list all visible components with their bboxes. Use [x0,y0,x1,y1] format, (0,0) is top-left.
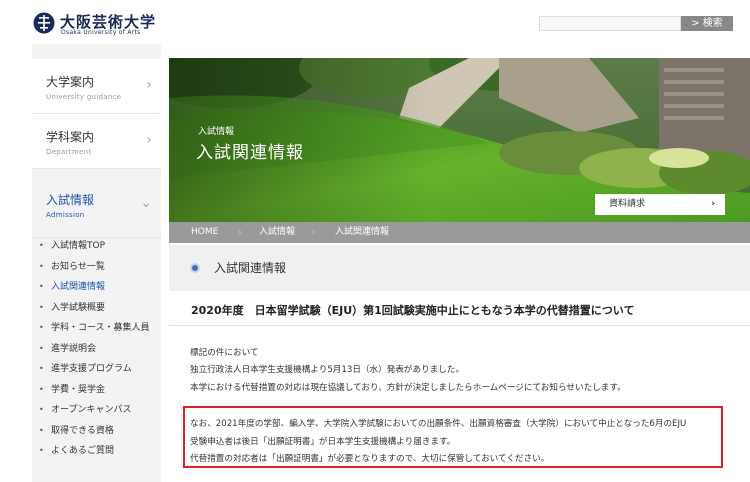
sub-item-news[interactable]: • お知らせ一覧 [32,257,161,277]
sub-item-label: 進学支援プログラム [51,364,132,374]
bullet-icon: • [39,425,44,435]
article-title: 2020年度 日本留学試験（EJU）第1回試験実施中止にともなう本学の代替措置に… [191,304,635,317]
sub-item-label: 取得できる資格 [51,425,114,436]
chevron-down-icon: ⌄ [140,195,152,211]
bullet-icon: • [39,364,44,373]
sub-item-courses-quota[interactable]: • 学科・コース・募集人員 [32,318,161,338]
sidebar: 大学案内 University guidance › 学科案内 Departme… [32,44,161,482]
sub-item-qualifications[interactable]: • 取得できる資格 [32,421,161,441]
sidebar-main-nav: 大学案内 University guidance › 学科案内 Departme… [32,59,161,238]
breadcrumb-home[interactable]: HOME [191,222,218,243]
sidebar-item-label: 大学案内 [46,75,95,89]
paragraph-line: 代替措置の対応者は「出願証明書」が必要となりますので、大切に保管しておいてくださ… [190,454,550,464]
bullet-icon: • [39,384,44,394]
bullet-icon: • [39,241,44,250]
bullet-icon: • [39,446,44,455]
sub-item-admission-top[interactable]: • 入試情報TOP [32,236,161,256]
chevron-right-icon: › [237,225,243,240]
sub-item-label: 進学説明会 [51,343,97,354]
paragraph-line: 独立行政法人日本学生支援機構より5月13日（水）発表がありました。 [190,365,465,375]
sidebar-item-label: 学科案内 [46,130,95,144]
breadcrumb: HOME › 入試情報 › 入試関連情報 [169,222,750,243]
chevron-right-icon: › [311,225,317,240]
sidebar-item-admission[interactable]: 入試情報 Admission ⌄ [32,169,161,238]
chevron-right-icon: › [146,132,152,148]
hero-banner: 入試情報 入試関連情報 資料請求 › [169,58,750,222]
breadcrumb-current: 入試関連情報 [335,227,390,237]
sub-item-label: お知らせ一覧 [51,261,105,272]
arrow-right-icon: › [711,199,715,209]
sidebar-item-university-guidance[interactable]: 大学案内 University guidance › [32,59,161,114]
sidebar-item-sublabel: University guidance [46,93,122,101]
sub-item-faq[interactable]: • よくあるご質問 [32,441,161,461]
paragraph-line: なお、2021年度の学部、編入学、大学院入学試験においての出願条件、出願資格審査… [190,419,687,429]
search-input[interactable] [539,16,681,31]
bullet-icon: • [39,405,44,414]
site-header: 大阪芸術大学 Osaka University of Arts > 検索 [0,0,750,44]
sub-item-related-info[interactable]: • 入試関連情報 [32,277,161,297]
search-button[interactable]: > 検索 [681,16,733,31]
sub-item-info-session[interactable]: • 進学説明会 [32,339,161,359]
sidebar-item-label: 入試情報 [46,193,95,207]
page-title: 入試関連情報 [214,261,287,275]
sub-item-label: 入試関連情報 [51,282,106,292]
bullet-icon: • [39,261,44,271]
sub-item-label: オープンキャンパス [51,405,132,415]
sidebar-item-department[interactable]: 学科案内 Department › [32,114,161,169]
sub-item-tuition[interactable]: • 学費・奨学金 [32,380,161,400]
sub-item-support-program[interactable]: • 進学支援プログラム [32,359,161,379]
divider [169,325,750,326]
bullet-icon: • [39,302,44,312]
sub-item-label: 入学試験概要 [51,302,106,313]
sidebar-item-sublabel: Admission [46,211,85,219]
paragraph-line: 本学における代替措置の対応は現在協議しており、方針が決定しましたらホームページに… [190,383,626,393]
document-request-button[interactable]: 資料請求 › [595,194,725,215]
logo-english-text: Osaka University of Arts [61,29,141,36]
page-title-band: 入試関連情報 [169,245,750,291]
bullet-icon: • [39,282,44,291]
document-request-label: 資料請求 [609,199,646,209]
chevron-right-icon: › [146,77,152,93]
paragraph-line: 標記の件において [190,348,259,358]
sub-item-label: 学費・奨学金 [51,384,106,395]
sub-item-label: 入試情報TOP [51,241,106,251]
sub-item-exam-overview[interactable]: • 入学試験概要 [32,298,161,318]
paragraph-line: 受験申込者は後日「出願証明書」が日本学生支援機構より届きます。 [190,437,456,447]
bullet-icon: • [39,343,44,353]
hero-title: 入試関連情報 [196,143,304,163]
bullet-icon: • [39,323,44,332]
sub-item-label: 学科・コース・募集人員 [51,323,150,333]
sub-item-open-campus[interactable]: • オープンキャンパス [32,400,161,420]
sidebar-item-sublabel: Department [46,148,92,156]
sub-item-label: よくあるご質問 [51,446,115,456]
university-emblem-icon [33,12,55,34]
breadcrumb-admission[interactable]: 入試情報 [259,222,295,243]
hero-subtitle: 入試情報 [198,127,235,137]
circle-bullet-icon [190,263,200,273]
